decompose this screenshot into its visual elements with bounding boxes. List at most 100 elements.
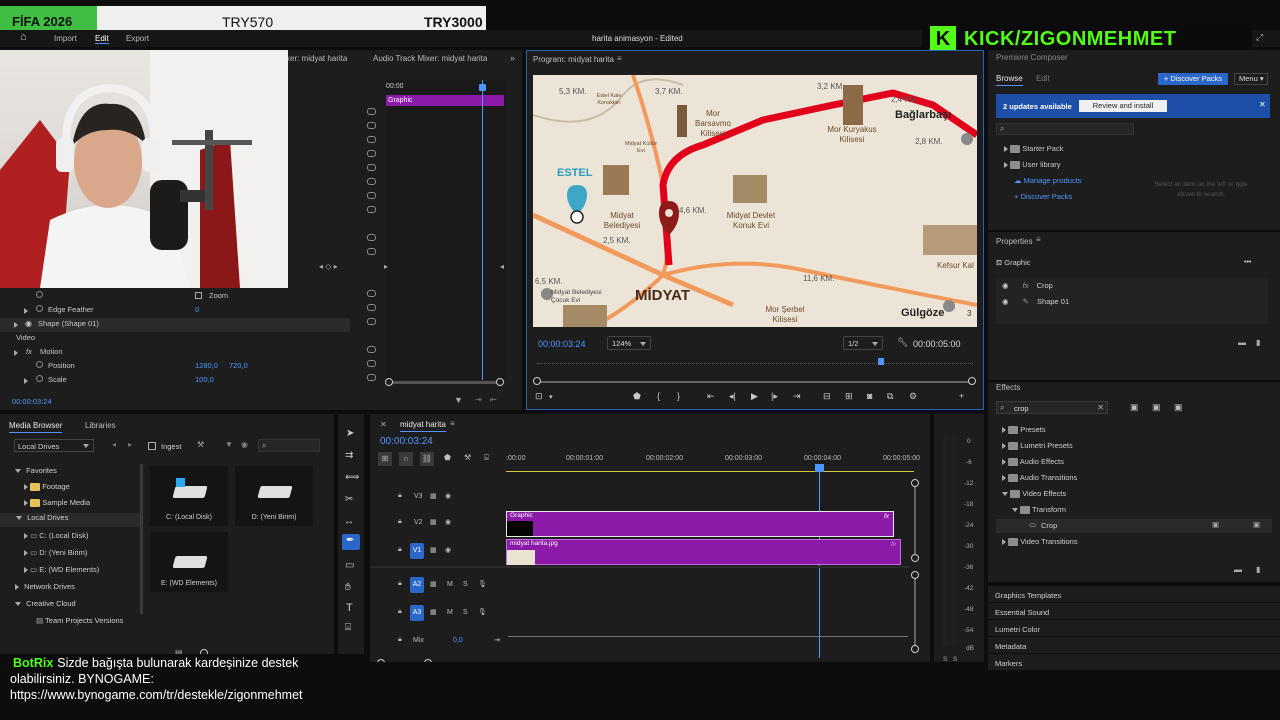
slip-tool-icon[interactable]: ↔ <box>344 516 354 527</box>
lift-icon[interactable]: ⊟ <box>823 391 831 402</box>
effects-tree-item-selected[interactable]: ▭ Crop ▣ ▣ <box>996 519 1272 533</box>
effects-tree-item[interactable]: Audio Transitions <box>1002 473 1077 483</box>
timeline-ruler[interactable]: :00:00 00:00:01:00 00:00:02:00 00:00:03:… <box>506 452 920 472</box>
pen-tool-active[interactable]: ✒ <box>342 534 360 550</box>
sync-lock-icon[interactable]: ▦ <box>430 546 437 554</box>
sync-lock-icon[interactable]: ▦ <box>430 492 437 500</box>
reset-icon[interactable] <box>367 178 376 185</box>
chevron-down-icon[interactable]: ▾ <box>549 393 553 401</box>
lock-icon[interactable]: 🔒︎ <box>398 636 402 644</box>
delete-icon[interactable]: ▮ <box>1256 565 1260 574</box>
tree-local-drives[interactable]: Local Drives <box>0 513 142 527</box>
drive-select[interactable]: Local Drives <box>14 439 94 452</box>
lock-icon[interactable]: 🔒︎ <box>398 492 402 500</box>
settings-icon[interactable]: ⚙︎ <box>909 391 917 402</box>
zoom-select[interactable]: 124% <box>607 336 651 350</box>
program-title[interactable]: Program: midyat harita <box>533 55 614 64</box>
drive-thumb-c[interactable]: C: (Local Disk) <box>150 466 228 526</box>
tree-network-drives[interactable]: Network Drives <box>15 582 75 591</box>
camera-icon[interactable]: ◙ <box>867 391 872 401</box>
folder-icon[interactable]: ▬ <box>1238 338 1246 347</box>
menu-import[interactable]: Import <box>54 34 77 43</box>
stopwatch-icon[interactable] <box>36 305 43 312</box>
composer-menu-button[interactable]: Menu ▾ <box>1234 73 1268 85</box>
reset-icon[interactable] <box>367 248 376 255</box>
reset-icon[interactable] <box>367 192 376 199</box>
reset-icon[interactable] <box>367 150 376 157</box>
microphone-icon[interactable]: 🎙︎ <box>478 580 487 588</box>
list-view-icon[interactable]: ▤ <box>175 648 183 654</box>
captions-tool-icon[interactable]: ⌸ <box>345 622 351 633</box>
program-ruler[interactable] <box>537 356 973 364</box>
microphone-icon[interactable]: 🎙︎ <box>478 608 487 616</box>
media-search-input[interactable]: ⌕ <box>258 439 320 452</box>
hand-tool-icon[interactable]: ✋︎ <box>345 582 351 593</box>
tab-audio-track-mixer[interactable]: Audio Track Mixer: midyat harita <box>373 54 487 63</box>
review-install-button[interactable]: Review and install <box>1079 100 1167 112</box>
program-video-frame[interactable]: 5,3 KM. 3,7 KM. 3,2 KM. 2,4 KM. 2,8 KM. … <box>533 75 977 327</box>
prop-row-crop[interactable]: ◉ fx Crop <box>996 281 1053 290</box>
step-forward-icon[interactable]: |▸ <box>771 391 778 402</box>
wrench-icon[interactable]: ⚒ <box>197 440 204 449</box>
position-y-value[interactable]: 720,0 <box>229 361 248 370</box>
32bit-effects-icon[interactable]: ▣ <box>1152 402 1161 413</box>
discover-packs-button[interactable]: + Discover Packs <box>1158 73 1228 85</box>
ingest-checkbox[interactable] <box>148 442 156 450</box>
mix-value[interactable]: 0,0 <box>453 637 463 644</box>
close-tab-icon[interactable]: ✕ <box>380 420 387 429</box>
tab-edit[interactable]: Edit <box>1036 74 1050 83</box>
forward-arrow-icon[interactable]: ▸ <box>128 440 132 449</box>
stopwatch-icon[interactable] <box>36 361 43 368</box>
comparison-icon[interactable]: ⧉ <box>887 391 893 402</box>
ec-scroll-handle[interactable] <box>385 378 393 386</box>
drive-thumb-d[interactable]: D: (Yeni Birim) <box>235 466 313 526</box>
eye-icon[interactable]: ◉ <box>241 440 248 449</box>
sync-lock-icon[interactable]: ▦ <box>430 580 437 588</box>
home-icon[interactable]: ⌂ <box>20 31 27 43</box>
composer-search[interactable]: ⌕ <box>996 123 1134 135</box>
ec-timecode[interactable]: 00:00:03:24 <box>12 397 52 406</box>
panel-graphics-templates[interactable]: Graphics Templates <box>988 586 1280 602</box>
tree-discover-packs[interactable]: + Discover Packs <box>1014 192 1072 201</box>
track-target-a2[interactable]: A2 <box>410 577 424 593</box>
position-x-value[interactable]: 1280,0 <box>195 361 218 370</box>
expand-arrow-icon[interactable] <box>14 322 18 328</box>
menu-edit[interactable]: Edit <box>95 34 109 44</box>
export-frame-icon[interactable]: ⇥ <box>475 395 482 404</box>
go-to-in-icon[interactable]: ⇤ <box>707 391 715 402</box>
panel-menu-icon[interactable]: ≡ <box>1036 235 1041 244</box>
wrench-icon[interactable]: 🔧︎ <box>897 337 908 348</box>
hscroll-handle[interactable] <box>424 659 432 662</box>
zoom-slider-handle[interactable] <box>200 649 208 654</box>
expand-arrow-icon[interactable] <box>14 350 18 356</box>
eye-icon[interactable]: ◉ <box>25 319 32 328</box>
reset-icon[interactable] <box>367 234 376 241</box>
expand-arrow-icon[interactable] <box>24 378 28 384</box>
reset-icon[interactable] <box>367 108 376 115</box>
eye-icon[interactable]: ◉ <box>1002 297 1009 306</box>
add-marker-icon[interactable]: ⬟ <box>444 453 451 462</box>
mini-playhead-handle[interactable] <box>479 84 486 91</box>
effects-tree-item[interactable]: Video Effects <box>1002 489 1066 499</box>
mini-clip[interactable]: Graphic <box>386 95 504 106</box>
more-icon[interactable]: ••• <box>1244 259 1251 266</box>
rectangle-tool-icon[interactable]: ▭ <box>345 560 354 571</box>
tree-starter-pack[interactable]: Starter Pack <box>1004 144 1063 154</box>
settings-wrench-icon[interactable]: ⚒ <box>464 453 471 462</box>
go-to-end-icon[interactable]: ⇥ <box>494 636 500 644</box>
effects-tree-item[interactable]: Transform <box>1012 505 1066 515</box>
add-button-icon[interactable]: + <box>959 391 964 401</box>
clip-graphic[interactable]: Graphic fx <box>506 511 894 537</box>
properties-item[interactable]: ⛾ Graphic <box>996 258 1031 268</box>
clip-midyat-harita[interactable]: midyat harita.jpg fx <box>506 539 901 565</box>
lock-icon[interactable]: 🔒︎ <box>398 608 402 616</box>
nest-icon[interactable]: ⊞ <box>378 452 392 466</box>
ec-scroll-handle[interactable] <box>496 378 504 386</box>
drive-thumb-e[interactable]: E: (WD Elements) <box>150 532 228 592</box>
eye-icon[interactable]: ◉ <box>445 492 451 500</box>
keyframe-nav[interactable]: ◂ ◇ ▸ <box>319 262 338 271</box>
reset-icon[interactable] <box>367 164 376 171</box>
effects-tree-item[interactable]: Presets <box>1002 425 1046 435</box>
program-scrollbar[interactable] <box>539 381 973 383</box>
extract-icon[interactable]: ⊞ <box>845 391 853 402</box>
